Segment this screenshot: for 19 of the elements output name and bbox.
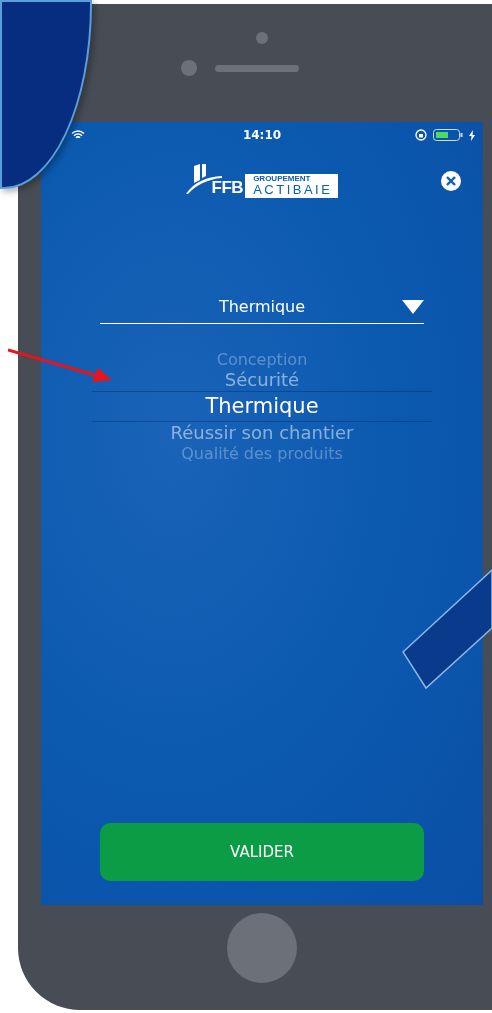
camera-dot [181,60,197,76]
logo-tagline: GROUPEMENT [253,175,312,183]
picker-option[interactable]: Conception [216,350,308,370]
sensor-dot [256,32,268,44]
logo-name: ACTIBAIE [253,183,333,196]
picker-option[interactable]: Qualité des produits [181,443,343,463]
status-time: 14:10 [242,128,282,142]
validate-button[interactable]: VALIDER [100,823,424,881]
wifi-icon [71,130,85,140]
picker-option[interactable]: Sécurité [224,369,300,391]
caret-icon [402,300,424,314]
charging-icon [469,129,475,141]
battery-icon [433,129,463,141]
picker-option[interactable]: Thermique [92,390,432,422]
rotation-lock-icon [415,129,427,141]
logo-mark-text: FFB [211,178,244,198]
close-button[interactable] [441,171,461,191]
category-dropdown[interactable]: Thermique [100,290,424,324]
picker-option[interactable]: Réussir son chantier [170,421,354,444]
